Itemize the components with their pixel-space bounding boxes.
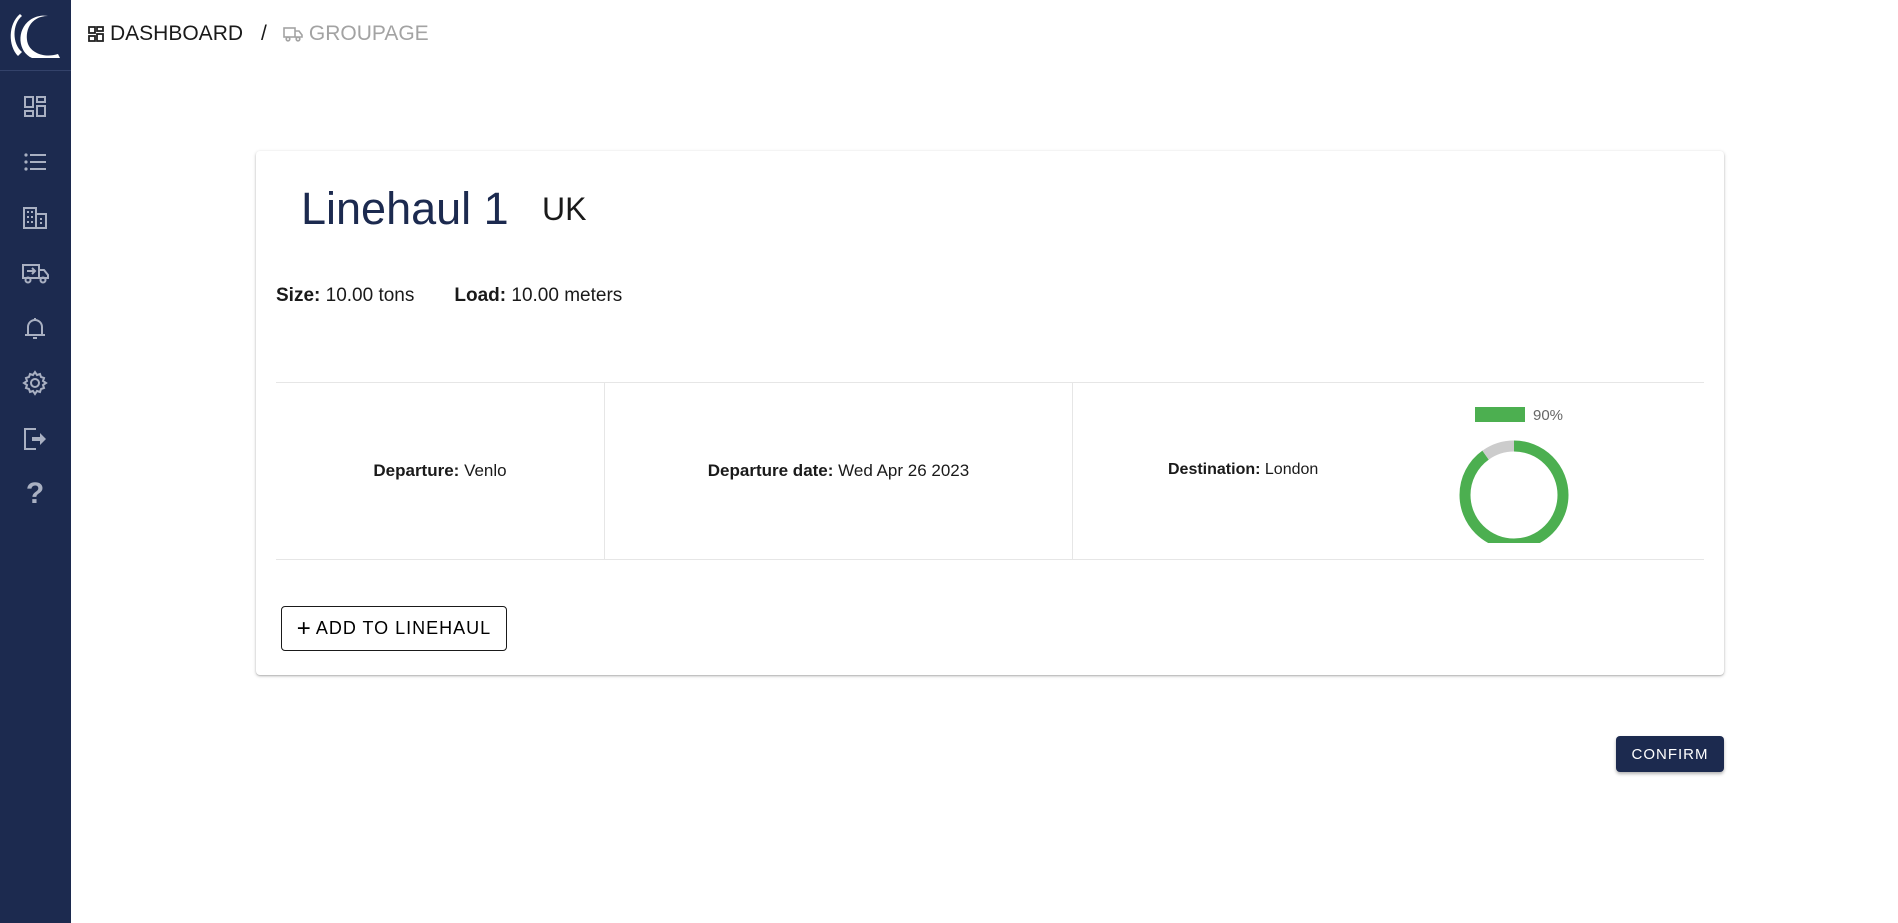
truck-icon xyxy=(22,264,49,284)
load-value: 10.00 meters xyxy=(511,285,623,306)
legend-swatch xyxy=(1475,407,1525,422)
destination-cell: Destination: London 90% xyxy=(1073,383,1704,559)
sidebar-item-settings[interactable] xyxy=(20,368,50,398)
load-field: Load: 10.00 meters xyxy=(454,285,622,307)
departure-date-cell: Departure date: Wed Apr 26 2023 xyxy=(605,383,1073,559)
donut-slice-0 xyxy=(1459,440,1569,543)
legend-label: 90% xyxy=(1533,407,1563,424)
size-label: Size: xyxy=(276,285,321,306)
destination-value: London xyxy=(1264,461,1319,478)
logo xyxy=(10,14,60,58)
truck-icon xyxy=(283,27,303,42)
add-to-linehaul-label: ADD TO LINEHAUL xyxy=(315,618,492,638)
size-field: Size: 10.00 tons xyxy=(276,285,414,307)
load-label: Load: xyxy=(454,285,507,306)
gear-icon xyxy=(22,370,48,396)
sidebar-item-companies[interactable] xyxy=(20,203,50,233)
departure-value: Venlo xyxy=(464,461,507,480)
breadcrumb-separator: / xyxy=(261,22,267,45)
breadcrumb-dashboard[interactable]: DASHBOARD xyxy=(110,22,243,46)
destination-label: Destination: xyxy=(1168,461,1261,478)
confirm-button[interactable]: CONFIRM xyxy=(1616,736,1724,772)
sidebar-divider xyxy=(0,70,71,71)
sidebar-item-notifications[interactable] xyxy=(20,314,50,344)
route-table: Departure: Venlo Departure date: Wed Apr… xyxy=(276,382,1704,560)
breadcrumb-groupage: GROUPAGE xyxy=(308,22,429,45)
dashboard-icon xyxy=(88,26,104,42)
linehaul-card: Linehaul 1 UK Size: 10.00 tons Load: 10.… xyxy=(256,151,1724,675)
list-icon xyxy=(24,153,46,171)
sidebar: ? xyxy=(0,0,71,923)
size-value: 10.00 tons xyxy=(325,285,415,306)
sidebar-item-list[interactable] xyxy=(20,147,50,177)
capacity-donut-chart: 90% xyxy=(1459,407,1569,543)
dashboard-icon xyxy=(24,96,46,117)
sidebar-item-logout[interactable] xyxy=(20,424,50,454)
departure-label: Departure: xyxy=(373,461,460,480)
logout-icon xyxy=(24,428,46,450)
departure-date-label: Departure date: xyxy=(707,461,834,480)
departure-cell: Departure: Venlo xyxy=(276,383,605,559)
sidebar-item-dashboard[interactable] xyxy=(20,92,50,122)
help-icon[interactable]: ? xyxy=(20,477,50,510)
breadcrumb: DASHBOARD / GROUPAGE xyxy=(88,22,429,46)
linehaul-specs: Size: 10.00 tons Load: 10.00 meters xyxy=(276,285,622,307)
plus-icon: + xyxy=(296,614,312,642)
sidebar-item-linehaul[interactable] xyxy=(20,258,50,288)
building-icon xyxy=(23,207,47,229)
add-to-linehaul-button[interactable]: + ADD TO LINEHAUL xyxy=(281,606,507,651)
linehaul-title: Linehaul 1 xyxy=(301,183,509,234)
bell-icon xyxy=(25,318,45,339)
linehaul-region: UK xyxy=(542,191,587,227)
departure-date-value: Wed Apr 26 2023 xyxy=(838,461,970,480)
